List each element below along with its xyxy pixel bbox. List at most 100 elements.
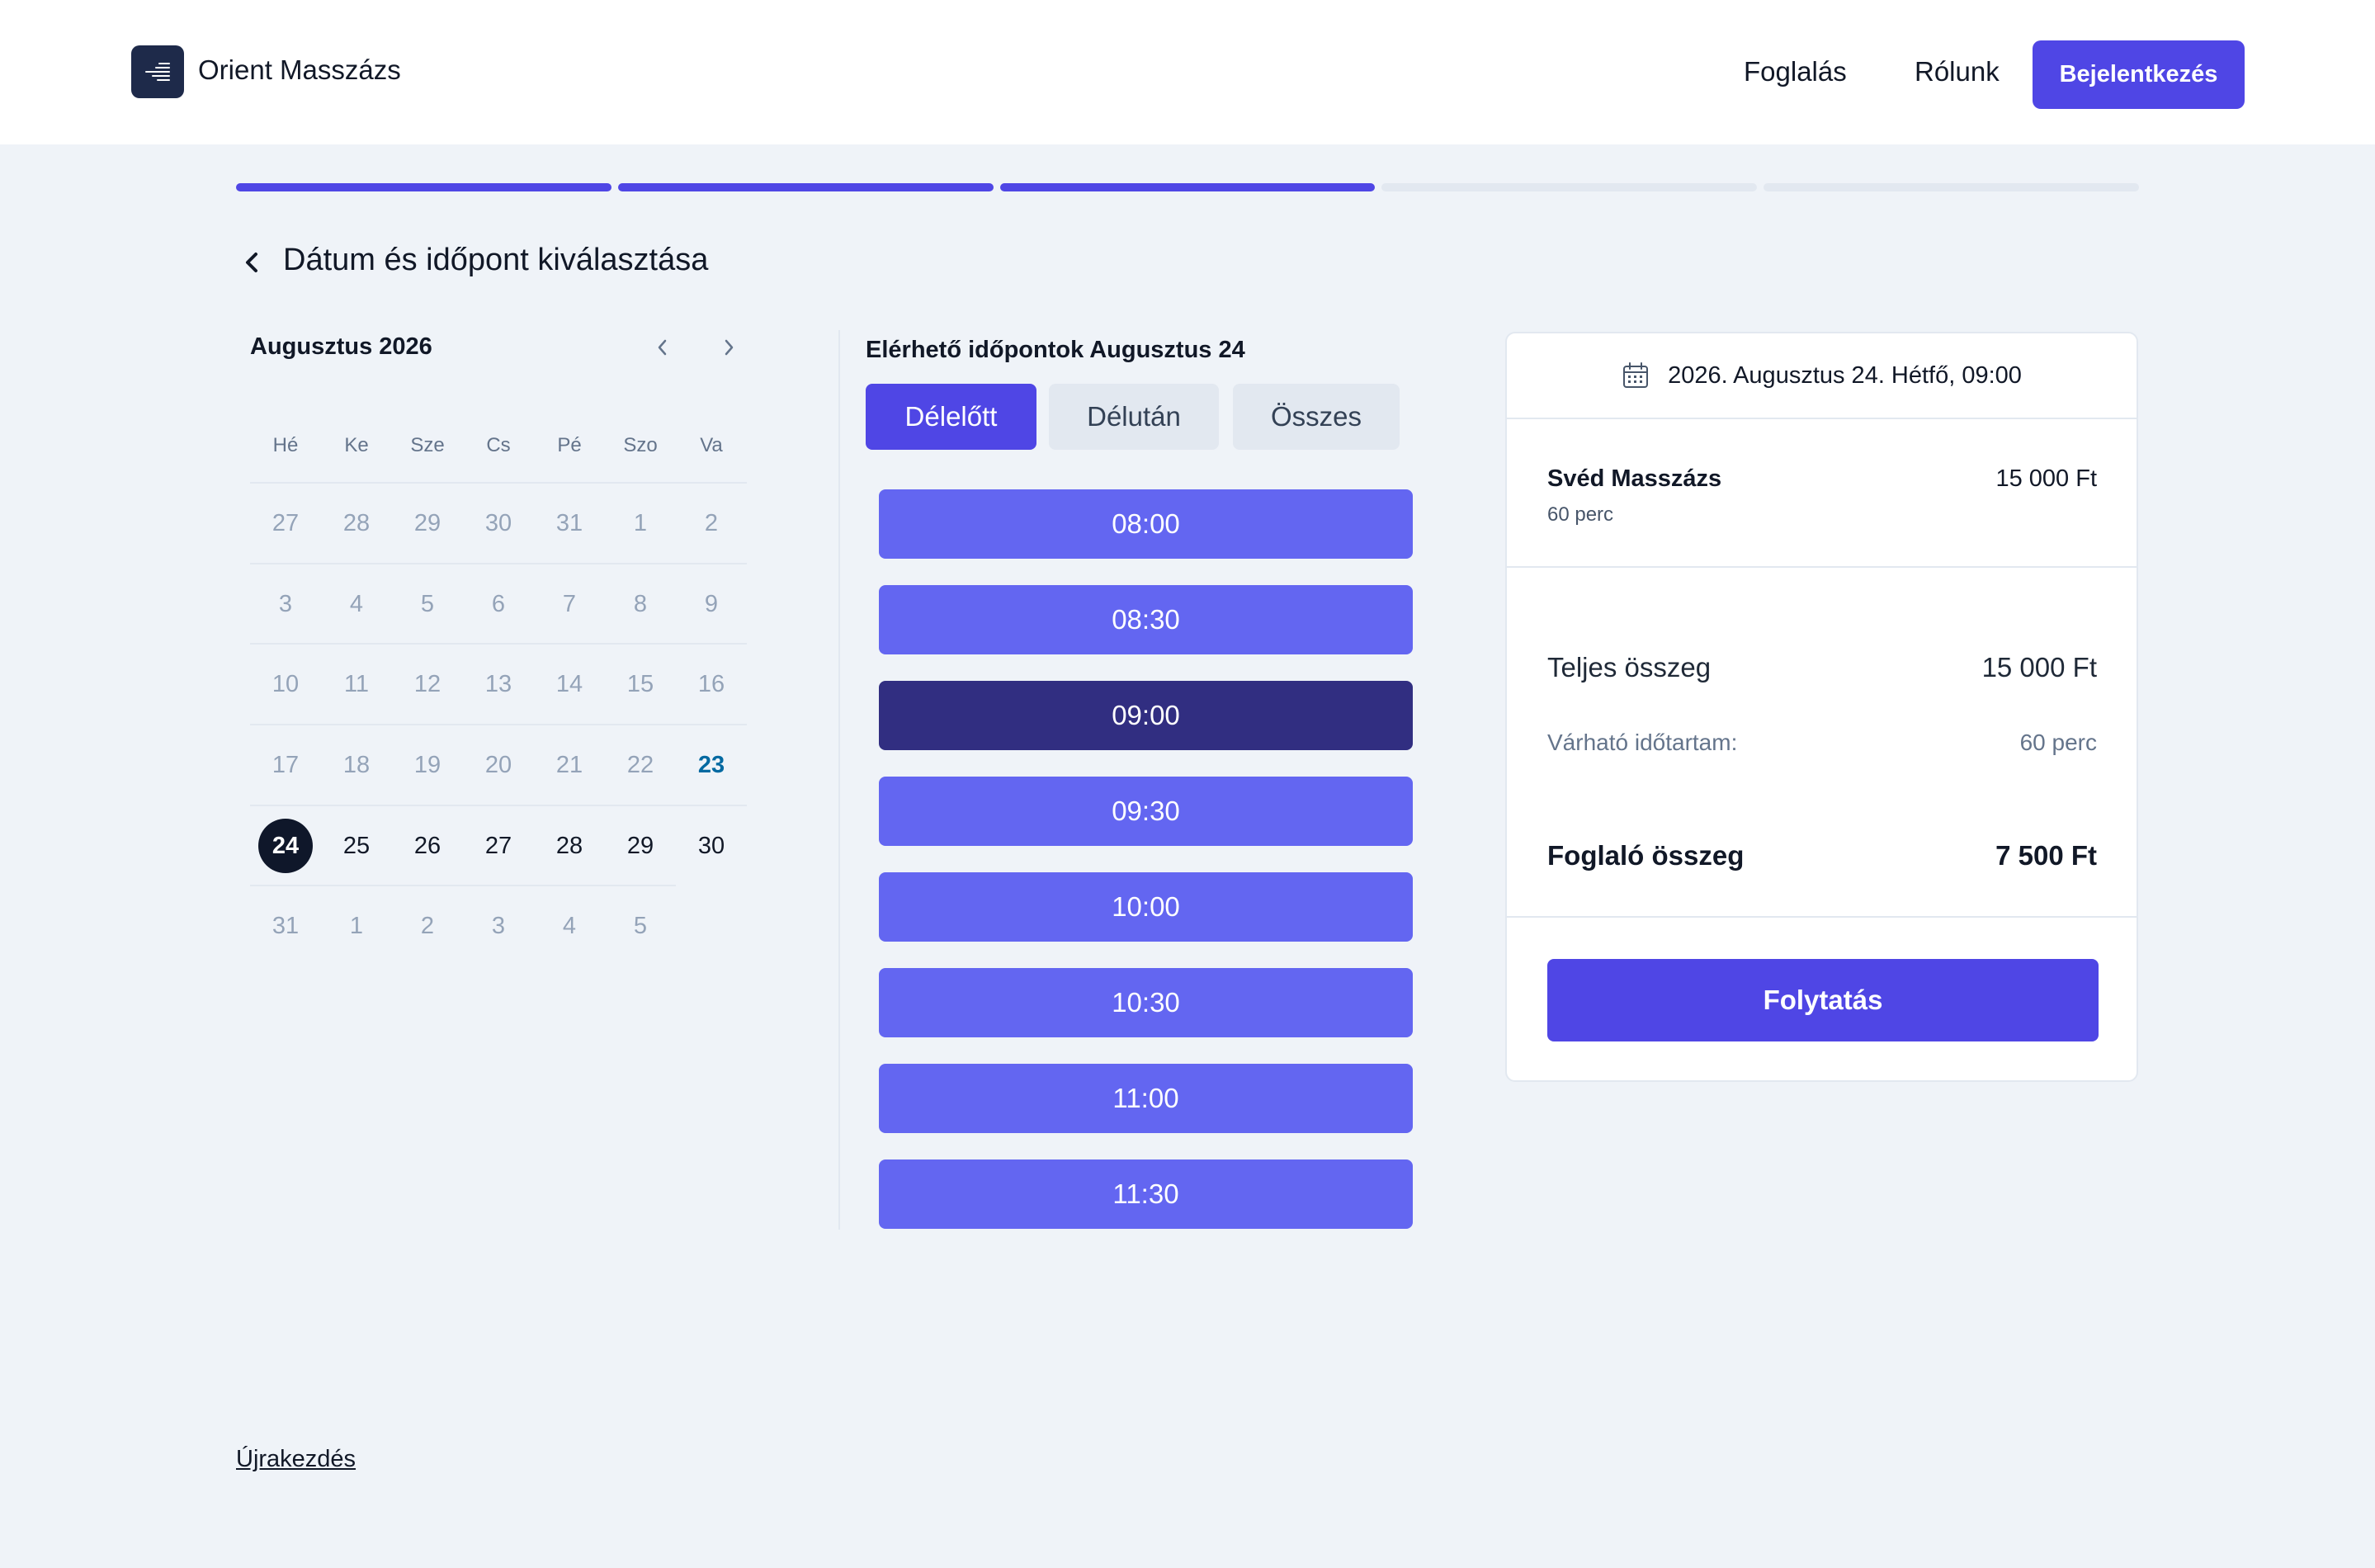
- calendar-day[interactable]: 10: [250, 645, 321, 724]
- logo[interactable]: [131, 45, 184, 98]
- calendar-month-label: Augusztus 2026: [250, 333, 432, 360]
- page-title: Dátum és időpont kiválasztása: [283, 243, 709, 277]
- tab-afternoon[interactable]: Délután: [1049, 384, 1219, 450]
- service-name: Svéd Masszázs: [1547, 465, 1722, 492]
- continue-button[interactable]: Folytatás: [1547, 959, 2099, 1041]
- calendar-day[interactable]: 11: [321, 645, 392, 724]
- calendar-day[interactable]: 1: [321, 886, 392, 966]
- calendar-day[interactable]: 19: [392, 725, 463, 805]
- total-label: Teljes összeg: [1547, 652, 1712, 682]
- calendar-day[interactable]: 8: [605, 564, 676, 644]
- available-slots-title: Elérhető időpontok Augusztus 24: [866, 337, 1245, 363]
- weekday-label: Hé: [272, 434, 299, 456]
- calendar-day[interactable]: 23: [676, 725, 747, 805]
- calendar-day[interactable]: 9: [676, 564, 747, 644]
- calendar-day[interactable]: 2: [392, 886, 463, 966]
- back-button[interactable]: [239, 246, 267, 279]
- time-slot[interactable]: 09:30: [879, 777, 1413, 846]
- nav-about-link[interactable]: Rólunk: [1915, 56, 2000, 87]
- calendar-day[interactable]: 4: [321, 564, 392, 644]
- booking-summary-card: 2026. Augusztus 24. Hétfő, 09:00 Svéd Ma…: [1505, 332, 2138, 1082]
- calendar-day[interactable]: 3: [463, 886, 534, 966]
- calendar-week-row: 24 25 26 27 28 29 30: [250, 805, 747, 886]
- calendar-day[interactable]: 25: [321, 806, 392, 886]
- tab-morning[interactable]: Délelőtt: [866, 384, 1036, 450]
- weekday-label: Cs: [486, 434, 511, 456]
- time-slot[interactable]: 11:30: [879, 1159, 1413, 1229]
- calendar-day[interactable]: 12: [392, 645, 463, 724]
- duration-label: Várható időtartam:: [1547, 730, 1738, 755]
- calendar-day[interactable]: 6: [463, 564, 534, 644]
- calendar-day[interactable]: 26: [392, 806, 463, 886]
- calendar-day[interactable]: 27: [463, 806, 534, 886]
- calendar-day[interactable]: 14: [534, 645, 605, 724]
- weekday-label: Pé: [557, 434, 582, 456]
- calendar-week-row: 27 28 29 30 31 1 2: [250, 482, 747, 563]
- calendar-weekday-header: Hé Ke Sze Cs Pé Szo Va: [250, 434, 747, 457]
- calendar-week-row: 17 18 19 20 21 22 23: [250, 724, 747, 805]
- calendar-day[interactable]: 5: [392, 564, 463, 644]
- calendar-day[interactable]: 21: [534, 725, 605, 805]
- calendar-day[interactable]: 15: [605, 645, 676, 724]
- time-slot[interactable]: 08:00: [879, 489, 1413, 559]
- calendar-day-selected[interactable]: 24: [250, 806, 321, 886]
- login-button[interactable]: Bejelentkezés: [2033, 40, 2245, 109]
- time-slot[interactable]: 08:30: [879, 585, 1413, 654]
- weekday-label: Va: [700, 434, 723, 456]
- calendar-day[interactable]: 1: [605, 484, 676, 563]
- calendar-day[interactable]: 5: [605, 886, 676, 966]
- selected-day-label: 24: [258, 819, 313, 873]
- calendar-day[interactable]: 28: [321, 484, 392, 563]
- calendar-day[interactable]: 29: [605, 806, 676, 886]
- service-price: 15 000 Ft: [1995, 465, 2097, 492]
- brand-name[interactable]: Orient Masszázs: [198, 54, 401, 86]
- nav-booking-link[interactable]: Foglalás: [1744, 56, 1847, 87]
- calendar-day[interactable]: 13: [463, 645, 534, 724]
- duration-value: 60 perc: [2019, 730, 2097, 755]
- tab-all[interactable]: Összes: [1233, 384, 1400, 450]
- time-slot[interactable]: 11:00: [879, 1064, 1413, 1133]
- progress-segment: [1381, 183, 1758, 191]
- weekday-label: Szo: [623, 434, 658, 456]
- restart-link[interactable]: Újrakezdés: [236, 1446, 356, 1473]
- calendar-day[interactable]: 27: [250, 484, 321, 563]
- deposit-label: Foglaló összeg: [1547, 840, 1745, 871]
- calendar-prev-button[interactable]: [650, 333, 675, 361]
- column-divider: [838, 330, 840, 1230]
- logo-icon: [145, 63, 170, 81]
- total-value: 15 000 Ft: [1981, 652, 2097, 682]
- calendar-day[interactable]: 30: [463, 484, 534, 563]
- calendar-day[interactable]: 3: [250, 564, 321, 644]
- calendar-day[interactable]: 2: [676, 484, 747, 563]
- weekday-label: Ke: [344, 434, 369, 456]
- calendar-day[interactable]: 17: [250, 725, 321, 805]
- divider: [1507, 916, 2137, 918]
- calendar-day[interactable]: 16: [676, 645, 747, 724]
- calendar-day[interactable]: 7: [534, 564, 605, 644]
- calendar-day[interactable]: 4: [534, 886, 605, 966]
- chevron-right-icon: [725, 339, 734, 356]
- calendar-icon: [1623, 362, 1649, 388]
- calendar-day[interactable]: 22: [605, 725, 676, 805]
- step-progress-bar: [236, 183, 2139, 191]
- calendar-day[interactable]: 28: [534, 806, 605, 886]
- calendar-next-button[interactable]: [716, 333, 741, 361]
- calendar-day[interactable]: 20: [463, 725, 534, 805]
- progress-segment: [236, 183, 611, 191]
- calendar-day[interactable]: 31: [534, 484, 605, 563]
- calendar-day[interactable]: 29: [392, 484, 463, 563]
- progress-segment: [999, 183, 1376, 191]
- time-slot[interactable]: 10:00: [879, 872, 1413, 942]
- deposit-value: 7 500 Ft: [1995, 840, 2097, 871]
- top-navbar: Orient Masszázs Foglalás Rólunk Bejelent…: [0, 0, 2375, 144]
- weekday-label: Sze: [410, 434, 445, 456]
- calendar-day[interactable]: 30: [676, 806, 747, 886]
- calendar-week-row: 3456789: [250, 563, 747, 644]
- time-slot-selected[interactable]: 09:00: [879, 681, 1413, 750]
- time-slot[interactable]: 10:30: [879, 968, 1413, 1037]
- calendar-day[interactable]: 31: [250, 886, 321, 966]
- progress-segment: [1764, 183, 2139, 191]
- progress-segment: [617, 183, 994, 191]
- calendar-week-row: 31 1 2 3 4 5: [250, 885, 676, 966]
- calendar-day[interactable]: 18: [321, 725, 392, 805]
